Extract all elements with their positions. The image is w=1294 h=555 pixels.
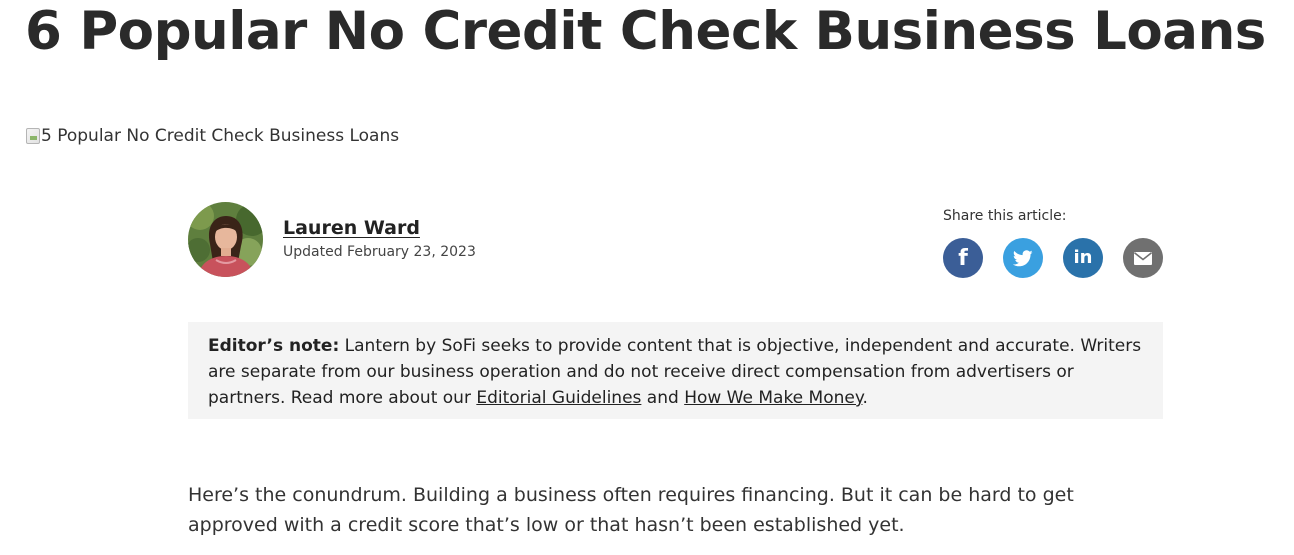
hero-image: 5 Popular No Credit Check Business Loans — [26, 126, 399, 146]
editorial-guidelines-link[interactable]: Editorial Guidelines — [476, 388, 641, 408]
article-page: 6 Popular No Credit Check Business Loans… — [0, 0, 1294, 555]
share-section: Share this article: f in — [943, 207, 1163, 278]
hero-image-alt-text: 5 Popular No Credit Check Business Loans — [41, 126, 400, 146]
linkedin-share-button[interactable]: in — [1063, 238, 1103, 278]
facebook-icon: f — [958, 246, 968, 271]
page-title: 6 Popular No Credit Check Business Loans — [25, 1, 1266, 62]
email-icon — [1134, 251, 1152, 265]
editors-note-text-3: . — [862, 388, 868, 408]
author-byline: Lauren Ward Updated February 23, 2023 — [188, 202, 476, 277]
author-photo-icon — [188, 202, 263, 277]
how-we-make-money-link[interactable]: How We Make Money — [684, 388, 862, 408]
facebook-share-button[interactable]: f — [943, 238, 983, 278]
twitter-share-button[interactable] — [1003, 238, 1043, 278]
twitter-icon — [1013, 249, 1033, 266]
editors-note-label: Editor’s note: — [208, 336, 340, 356]
editors-note-text-2: and — [641, 388, 685, 408]
share-buttons: f in — [943, 238, 1163, 278]
share-label: Share this article: — [943, 208, 1067, 224]
updated-date: Updated February 23, 2023 — [283, 243, 476, 260]
avatar — [188, 202, 263, 277]
intro-paragraph: Here’s the conundrum. Building a busines… — [188, 484, 1074, 536]
editors-note: Editor’s note: Lantern by SoFi seeks to … — [188, 322, 1163, 419]
linkedin-icon: in — [1073, 247, 1093, 268]
email-share-button[interactable] — [1123, 238, 1163, 278]
broken-image-icon — [26, 128, 40, 144]
author-name-link[interactable]: Lauren Ward — [283, 215, 476, 241]
